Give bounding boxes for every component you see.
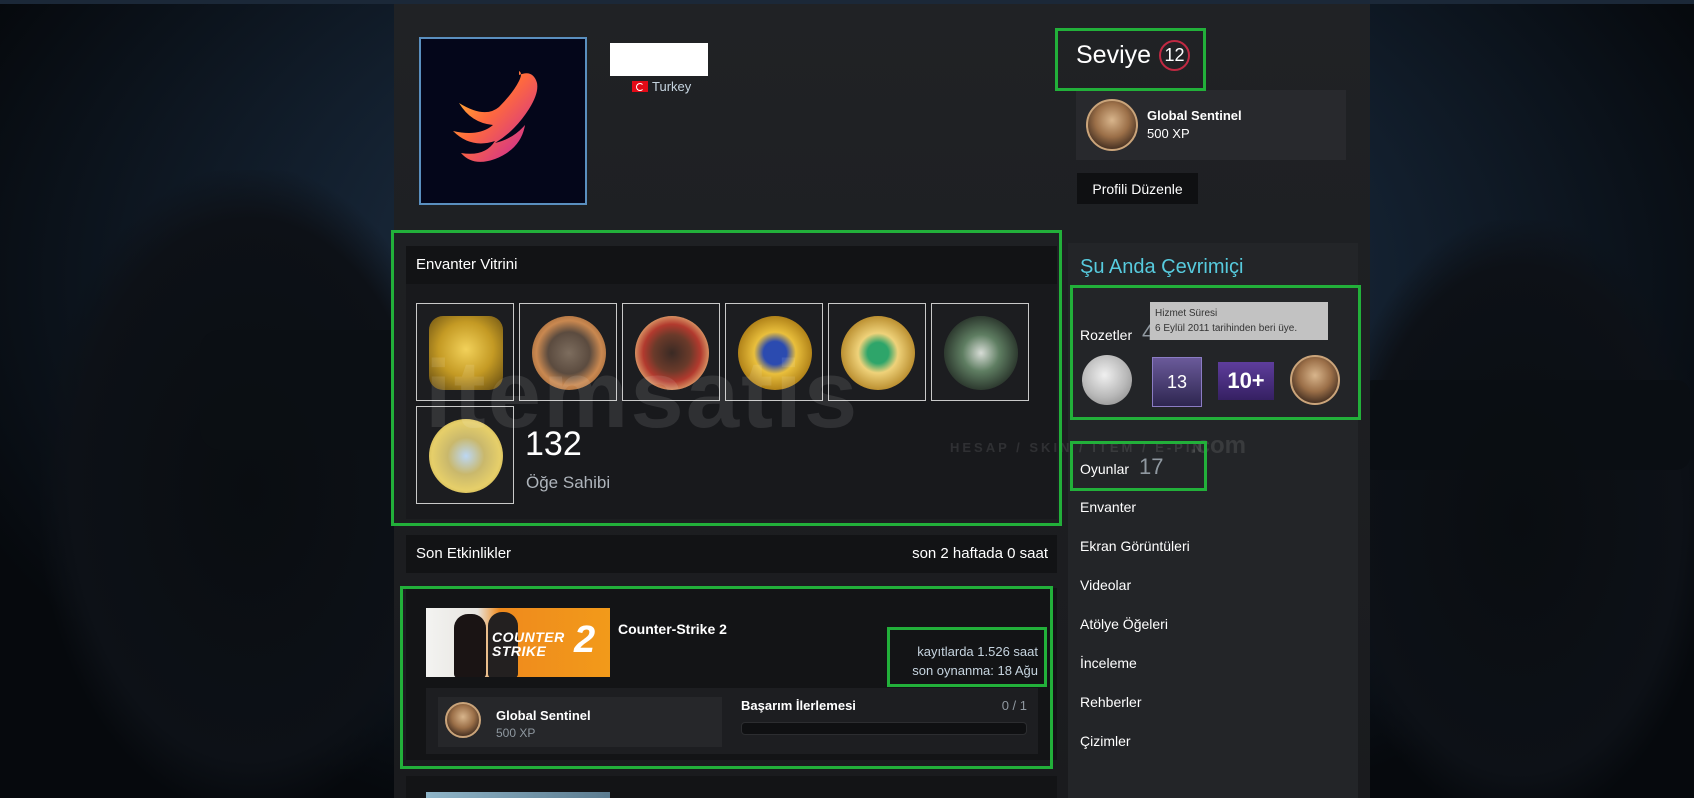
avatar[interactable] [419, 37, 587, 205]
game-logo-line-1: COUNTER [492, 629, 565, 645]
swan-logo-icon [453, 71, 538, 162]
achievement-progress-bar [741, 722, 1027, 735]
game-capsule-logo: COUNTER STRIKE [492, 630, 565, 658]
game-capsule-image[interactable]: COUNTER STRIKE 2 [426, 608, 610, 677]
inventory-showcase-title: Envanter Vitrini [416, 256, 518, 273]
country-label: Turkey [652, 79, 692, 94]
sidebar-link-artwork[interactable]: Çizimler [1080, 733, 1131, 749]
sidebar-link-inventory[interactable]: Envanter [1080, 499, 1136, 515]
turkey-flag-icon [632, 81, 648, 92]
item-count-label: Öğe Sahibi [526, 473, 611, 492]
favorite-badge-xp: 500 XP [1147, 126, 1190, 141]
hydra-coin-icon [944, 316, 1018, 390]
achievement-name: Global Sentinel [496, 708, 591, 723]
games-link[interactable]: Oyunlar [1080, 461, 1129, 477]
game-capsule-number: 2 [574, 619, 596, 661]
background-rifle-right [1360, 380, 1690, 470]
sidebar-link-guides[interactable]: Rehberler [1080, 694, 1141, 710]
sidebar-link-screenshots[interactable]: Ekran Görüntüleri [1080, 538, 1190, 554]
achievement-progress-value: 0 / 1 [1001, 698, 1027, 713]
game-logo-line-2: STRIKE [492, 643, 547, 659]
game-capsule-soldier-1 [454, 614, 486, 677]
global-sentinel-small-badge-icon[interactable] [1290, 355, 1340, 405]
watermark-domain: .com [1190, 432, 1247, 459]
recent-activity-summary: son 2 haftada 0 saat [912, 545, 1048, 562]
sidebar-link-videos[interactable]: Videolar [1080, 577, 1131, 593]
username-redacted [610, 43, 708, 76]
game-name-link[interactable]: Counter-Strike 2 [618, 621, 727, 637]
watermark-subtitle: HESAP / SKIN / ITEM / E-PIN [950, 440, 1205, 455]
level-value: 12 [1159, 40, 1191, 71]
achievement-xp: 500 XP [496, 726, 536, 740]
badge-tooltip: Hizmet Süresi 6 Eylül 2011 tarihinden be… [1150, 302, 1328, 340]
edit-profile-button[interactable]: Profili Düzenle [1077, 173, 1198, 204]
background-soldier-right [1330, 220, 1694, 798]
watermark-logo: itemsatis [425, 341, 860, 448]
badges-link[interactable]: Rozetler [1080, 327, 1132, 343]
next-game-capsule-image[interactable] [426, 792, 610, 798]
games-badge-icon[interactable]: 10+ [1218, 362, 1274, 400]
sidebar-link-workshop[interactable]: Atölye Öğeleri [1080, 616, 1168, 632]
service-badge-icon[interactable] [1082, 355, 1132, 405]
recent-activity-title: Son Etkinlikler [416, 545, 512, 562]
level-indicator[interactable]: Seviye 12 [1076, 40, 1191, 71]
tooltip-text: 6 Eylül 2011 tarihinden beri üye. [1155, 323, 1298, 334]
game-hours-info: kayıtlarda 1.526 saat son oynanma: 18 Ağ… [912, 642, 1038, 680]
game-total-hours: kayıtlarda 1.526 saat [917, 644, 1038, 659]
game-last-played: son oynanma: 18 Ağu [912, 663, 1038, 678]
level-label: Seviye [1076, 41, 1152, 69]
tooltip-title: Hizmet Süresi [1155, 308, 1218, 319]
country-location: Turkey [632, 79, 691, 94]
achievement-badge-icon [445, 702, 481, 738]
global-sentinel-badge-icon [1086, 99, 1138, 151]
sidebar-link-reviews[interactable]: İnceleme [1080, 655, 1137, 671]
inventory-item[interactable] [931, 303, 1029, 401]
achievement-progress-label: Başarım İlerlemesi [741, 698, 856, 713]
games-count: 17 [1139, 454, 1164, 479]
online-status: Şu Anda Çevrimiçi [1080, 256, 1244, 278]
profile-page: Turkey Seviye 12 Global Sentinel 500 XP … [0, 0, 1694, 798]
years-badge-icon[interactable]: 13 [1152, 357, 1202, 407]
favorite-badge-name: Global Sentinel [1147, 108, 1242, 123]
